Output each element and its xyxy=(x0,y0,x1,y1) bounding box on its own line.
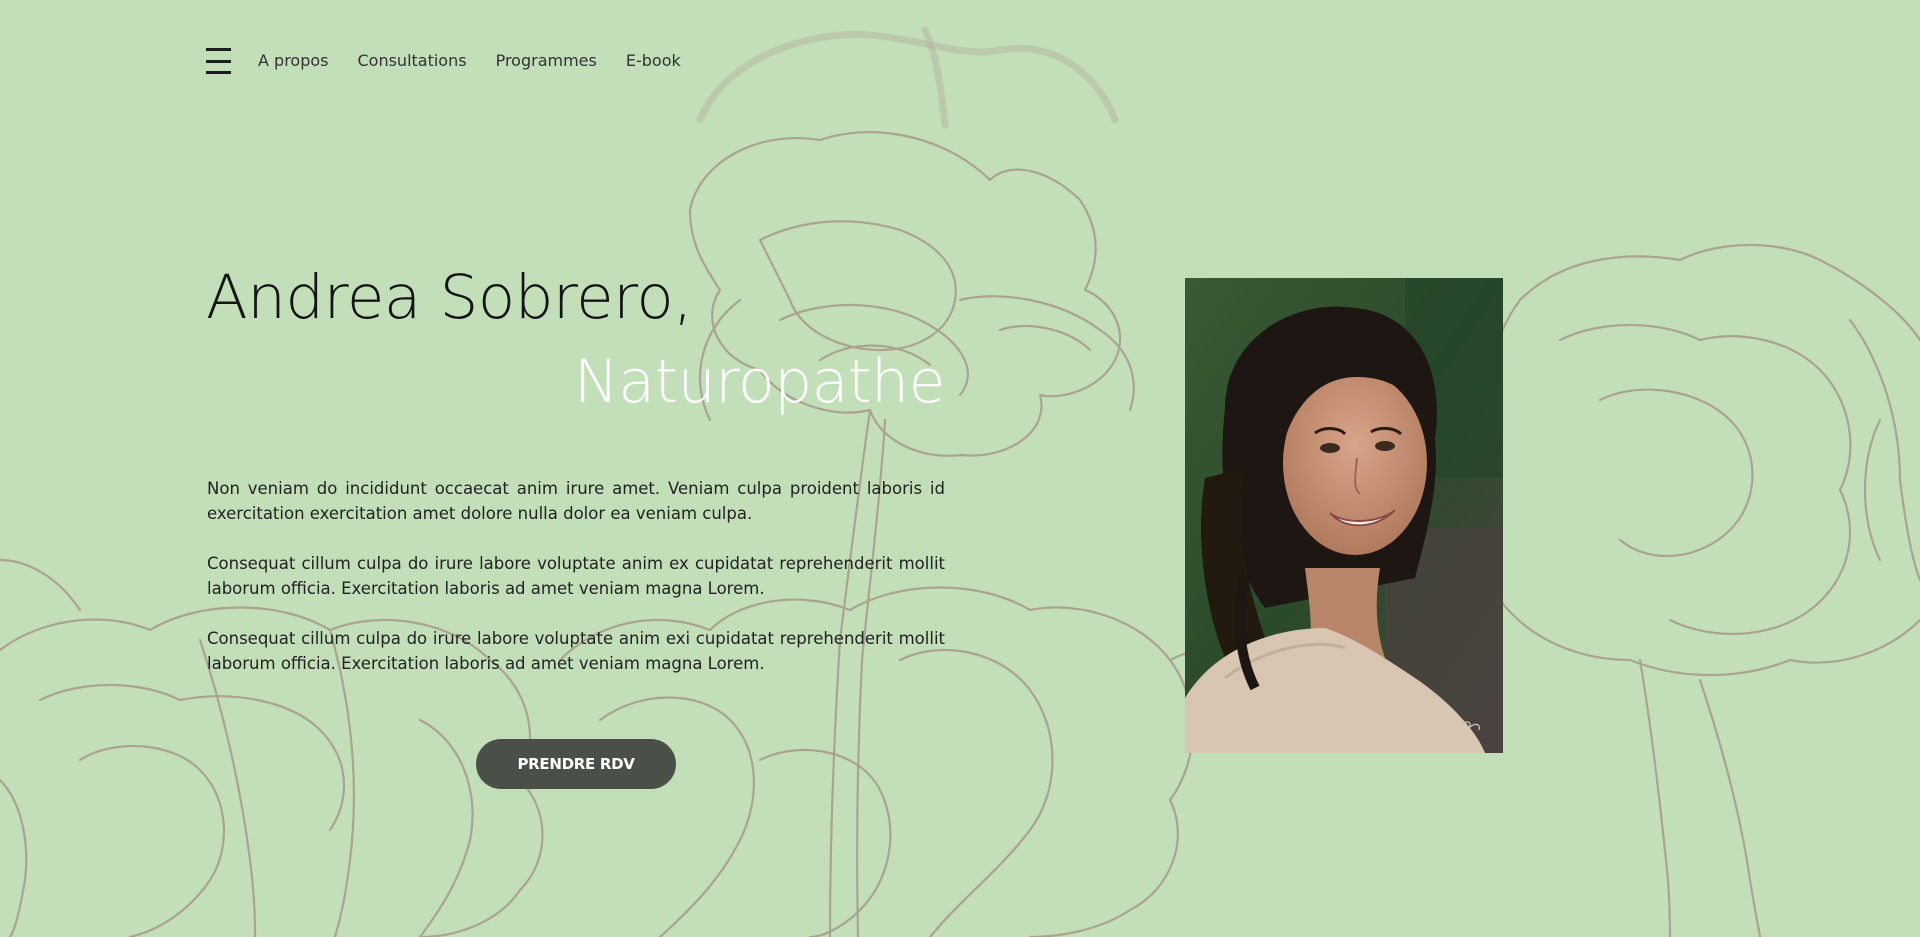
nav-link-e-book[interactable]: E-book xyxy=(626,48,681,74)
nav-link-programmes[interactable]: Programmes xyxy=(496,48,597,74)
hero-paragraph-1: Non veniam do incididunt occaecat anim i… xyxy=(207,479,945,523)
hero-name: Andrea Sobrero, xyxy=(206,262,693,333)
hamburger-line xyxy=(206,71,231,74)
floral-line-art-background xyxy=(0,26,1920,937)
nav-link-a-propos[interactable]: A propos xyxy=(258,48,328,74)
nav-link-consultations[interactable]: Consultations xyxy=(357,48,466,74)
hero-role: Naturopathe xyxy=(573,347,946,417)
hero-paragraph-3: Consequat cillum culpa do irure labore v… xyxy=(207,629,945,673)
hamburger-line xyxy=(206,59,231,63)
hero-description: Non veniam do incididunt occaecat anim i… xyxy=(207,476,945,701)
hamburger-icon[interactable] xyxy=(206,48,231,74)
portrait-photo xyxy=(1185,278,1503,753)
hamburger-line xyxy=(206,48,231,51)
top-nav: A propos Consultations Programmes E-book xyxy=(206,48,710,74)
hero-paragraph-2: Consequat cillum culpa do irure labore v… xyxy=(207,554,945,598)
book-appointment-button[interactable]: PRENDRE RDV xyxy=(476,739,676,789)
